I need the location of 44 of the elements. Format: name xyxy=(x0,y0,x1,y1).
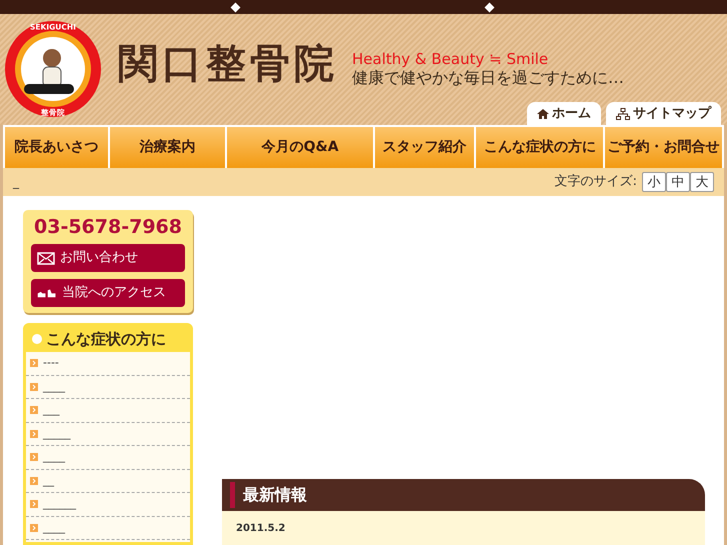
font-size-button[interactable]: 小 xyxy=(642,172,666,192)
tagline: Healthy & Beauty ≒ Smile xyxy=(352,50,550,68)
chevron-icon xyxy=(30,500,38,508)
accent-bar xyxy=(230,482,235,508)
news-date: 2011.5.2 xyxy=(236,522,286,536)
symptom-link[interactable]: __ xyxy=(26,470,190,493)
shoes-icon xyxy=(37,288,57,298)
symptom-link[interactable]: ___ xyxy=(26,399,190,422)
font-size-button[interactable]: 大 xyxy=(690,172,714,192)
symptom-link[interactable]: ______ xyxy=(26,493,190,516)
chevron-icon xyxy=(30,524,38,532)
symptom-link[interactable]: ____ xyxy=(26,446,190,470)
chevron-icon xyxy=(30,382,38,391)
chevron-icon xyxy=(30,476,38,485)
breadcrumb: _ xyxy=(13,174,19,191)
bullet-icon xyxy=(32,334,42,344)
nav-tab[interactable]: ご予約・お問合せ xyxy=(605,127,722,168)
site-title: 関口整骨院 xyxy=(118,44,338,89)
chevron-icon xyxy=(30,359,38,368)
chevron-icon xyxy=(30,453,38,462)
subtitle: 健康で健やかな毎日を過ごすために… xyxy=(352,68,624,88)
nav-tab[interactable]: こんな症状の方に xyxy=(476,127,604,168)
nav-tab[interactable]: スタッフ紹介 xyxy=(374,127,474,168)
contact-button[interactable]: お問い合わせ xyxy=(31,244,185,272)
nav-tab[interactable]: 治療案内 xyxy=(110,127,226,168)
header-tab[interactable]: サイトマップ xyxy=(606,102,721,125)
home-icon xyxy=(537,108,549,120)
chevron-icon xyxy=(30,430,38,438)
phone-number: 03-5678-7968 xyxy=(33,216,183,238)
symptom-link[interactable]: ---- xyxy=(26,352,190,376)
header-tab[interactable]: ホーム xyxy=(527,102,601,125)
nav-tab[interactable]: 院長あいさつ xyxy=(5,127,108,168)
symptom-link[interactable]: _____ xyxy=(26,422,190,446)
font-size-label: 文字のサイズ: xyxy=(554,173,637,192)
chevron-icon xyxy=(30,406,38,414)
symptom-link[interactable]: ____ xyxy=(26,376,190,399)
panel-title: こんな症状の方に xyxy=(46,328,166,350)
contact-button[interactable]: 当院へのアクセス xyxy=(31,279,185,307)
sitemap-icon xyxy=(616,108,630,120)
mail-icon xyxy=(37,252,55,264)
nav-tab[interactable]: 今月のQ&A xyxy=(227,127,373,168)
symptom-link[interactable]: ____ xyxy=(26,516,190,540)
font-size-button[interactable]: 中 xyxy=(666,172,690,192)
news-title: 最新情報 xyxy=(243,484,307,506)
